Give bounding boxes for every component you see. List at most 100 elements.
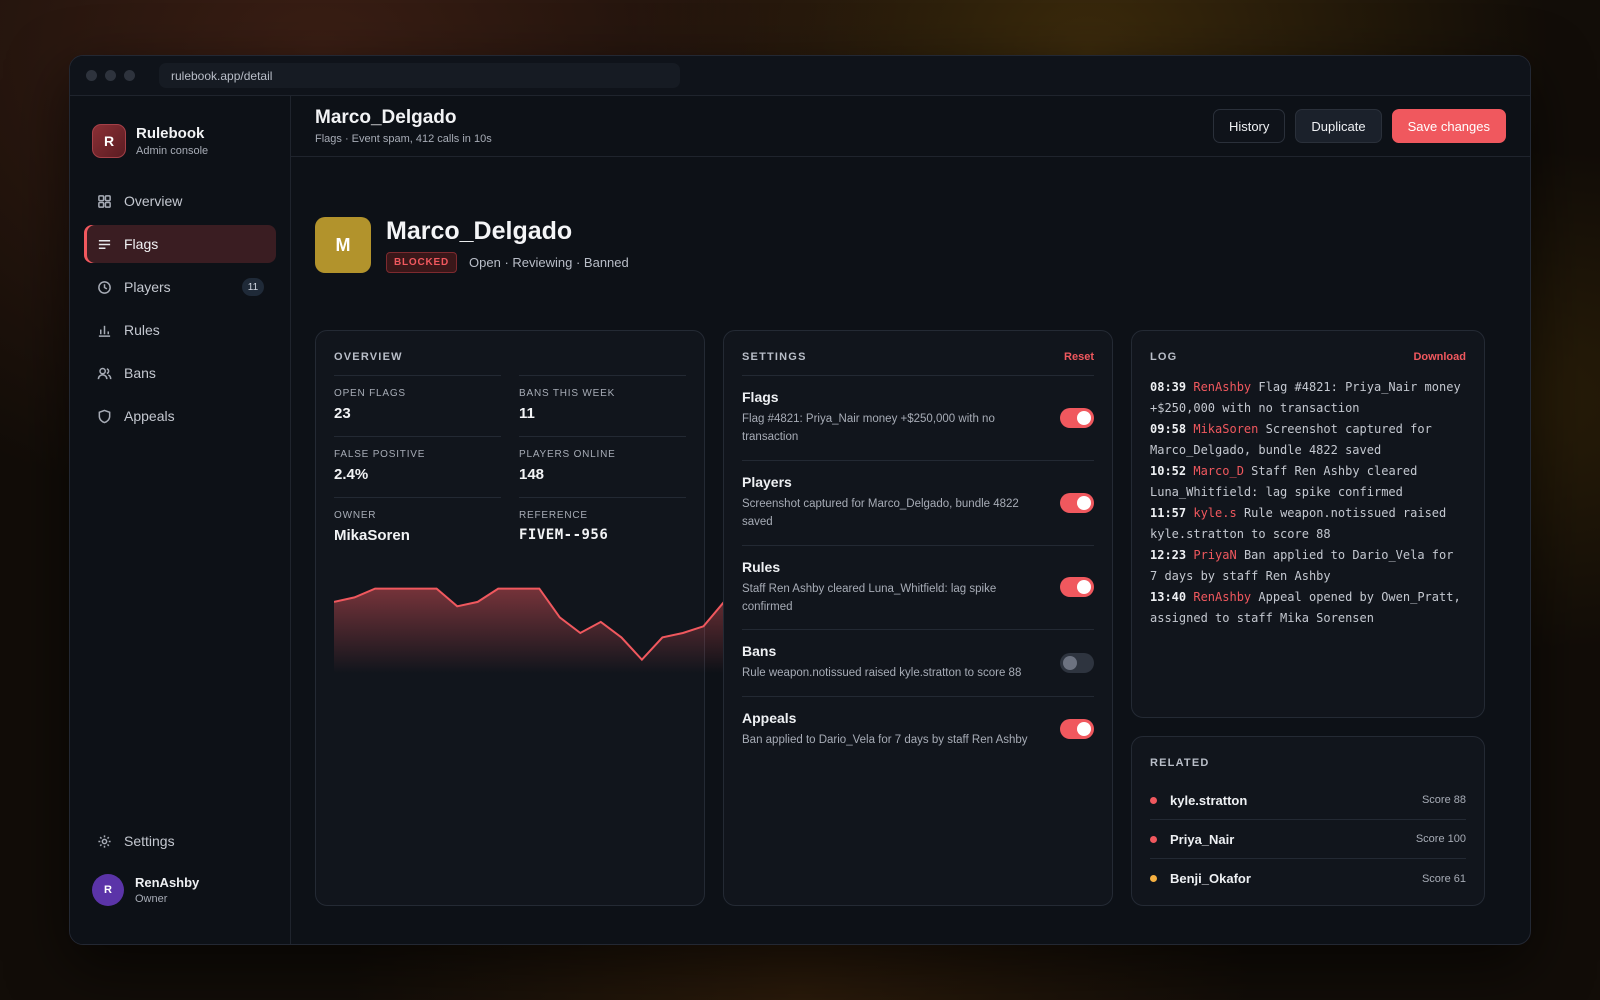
setting-name: Bans — [742, 643, 777, 660]
reset-link[interactable]: Reset — [1064, 351, 1094, 363]
setting-players: Players Screenshot captured for Marco_De… — [742, 459, 1094, 545]
appeals-toggle[interactable] — [1060, 719, 1094, 740]
log-user: kyle.s — [1193, 506, 1237, 520]
avatar: R — [92, 874, 124, 906]
stat-reference: REFERENCE FIVEM--956 — [519, 497, 686, 558]
setting-desc: Ban applied to Dario_Vela for 7 days by … — [742, 733, 1028, 746]
sidebar-item-label: Bans — [124, 365, 156, 381]
sidebar-item-label: Settings — [124, 833, 175, 849]
player-avatar: M — [315, 217, 371, 273]
page-subtitle: Flags · Event spam, 412 calls in 10s — [315, 133, 492, 145]
setting-appeals: Appeals Ban applied to Dario_Vela for 7 … — [742, 695, 1094, 762]
related-name: Priya_Nair — [1170, 831, 1235, 847]
save-button[interactable]: Save changes — [1391, 109, 1506, 143]
users-icon — [96, 365, 112, 381]
sidebar-item-rules[interactable]: Rules — [84, 311, 276, 349]
settings-title: SETTINGS — [742, 351, 807, 363]
log-title: LOG — [1150, 351, 1178, 363]
download-link[interactable]: Download — [1413, 351, 1466, 363]
list-item[interactable]: Benji_Okafor Score 61 — [1150, 859, 1466, 898]
related-score: Score 61 — [1421, 872, 1466, 885]
log-user: RenAshby — [1193, 590, 1252, 604]
sidebar-item-appeals[interactable]: Appeals — [84, 397, 276, 435]
status-dot — [1150, 835, 1157, 843]
minimize-window-dot[interactable] — [105, 70, 116, 81]
setting-bans: Bans Rule weapon.notissued raised kyle.s… — [742, 629, 1094, 695]
log-card: LOG Download 08:39 RenAshby Flag #4821: … — [1131, 330, 1485, 718]
settings-card: SETTINGS Reset Flags Flag #4821: Priya_N… — [723, 330, 1113, 906]
log-entry: 10:52 Marco_D Staff Ren Ashby cleared Lu… — [1150, 461, 1466, 503]
user-profile[interactable]: R RenAshby Owner — [92, 874, 199, 906]
shield-icon — [96, 408, 112, 424]
chart-area-fill — [334, 588, 724, 673]
brand-logo: R — [92, 124, 126, 158]
setting-name: Players — [742, 473, 792, 490]
sidebar-item-players[interactable]: Players 11 — [84, 268, 276, 306]
header-actions: History Duplicate Save changes — [1212, 109, 1506, 143]
setting-flags: Flags Flag #4821: Priya_Nair money +$250… — [742, 375, 1094, 460]
log-entries: 08:39 RenAshby Flag #4821: Priya_Nair mo… — [1132, 363, 1484, 629]
bans-toggle[interactable] — [1060, 653, 1094, 674]
lines-icon — [96, 236, 112, 252]
setting-name: Flags — [742, 389, 779, 405]
settings-list: Flags Flag #4821: Priya_Nair money +$250… — [724, 363, 1112, 762]
page-title: Marco_Delgado — [315, 107, 457, 128]
user-role: Owner — [135, 893, 168, 905]
setting-name: Rules — [742, 558, 781, 575]
main-content: Marco_Delgado Flags · Event spam, 412 ca… — [291, 96, 1530, 944]
log-time: 10:52 — [1150, 464, 1187, 478]
log-user: RenAshby — [1193, 380, 1252, 394]
activity-area-chart — [334, 587, 724, 673]
stat-owner: OWNER MikaSoren — [334, 497, 501, 558]
overview-title: OVERVIEW — [334, 351, 403, 363]
status-dot — [1150, 796, 1157, 804]
player-name: Marco_Delgado — [386, 217, 573, 245]
url-bar[interactable]: rulebook.app/detail — [159, 63, 680, 88]
sidebar-item-label: Appeals — [124, 408, 175, 424]
player-hero: M Marco_Delgado BLOCKED Open · Reviewing… — [315, 217, 629, 273]
log-time: 12:23 — [1150, 548, 1187, 562]
related-score: Score 100 — [1415, 833, 1466, 845]
log-entry: 12:23 PriyaN Ban applied to Dario_Vela f… — [1150, 545, 1466, 587]
flags-toggle[interactable] — [1060, 407, 1094, 428]
related-title: RELATED — [1150, 757, 1210, 769]
sidebar-item-overview[interactable]: Overview — [84, 182, 276, 220]
sidebar-item-label: Overview — [124, 193, 183, 209]
gear-icon — [96, 833, 112, 849]
stat-label: OWNER — [334, 510, 377, 521]
log-time: 08:39 — [1150, 380, 1187, 394]
close-window-dot[interactable] — [86, 70, 97, 81]
stat-false-positive: FALSE POSITIVE 2.4% — [334, 436, 501, 497]
setting-desc: Screenshot captured for Marco_Delgado, b… — [742, 497, 1019, 529]
app-window: rulebook.app/detail R Rulebook Admin con… — [69, 55, 1531, 945]
sidebar-item-flags[interactable]: Flags — [84, 225, 276, 263]
brand-name: Rulebook — [136, 125, 205, 142]
stat-players-online: PLAYERS ONLINE 148 — [519, 436, 686, 497]
stat-open-flags: OPEN FLAGS 23 — [334, 375, 501, 436]
rules-toggle[interactable] — [1060, 577, 1094, 598]
user-name: RenAshby — [135, 875, 200, 890]
sidebar-item-label: Flags — [124, 236, 159, 252]
bar-chart-icon — [96, 322, 112, 338]
sidebar-nav: Overview Flags Players 11 Rules Bans App… — [70, 182, 290, 435]
history-button[interactable]: History — [1212, 109, 1286, 143]
sidebar-item-settings[interactable]: Settings — [84, 822, 276, 860]
clock-icon — [96, 279, 112, 295]
stat-bans-this-week: BANS THIS WEEK 11 — [519, 375, 686, 436]
maximize-window-dot[interactable] — [124, 70, 135, 81]
stat-label: OPEN FLAGS — [334, 388, 406, 399]
list-item[interactable]: kyle.stratton Score 88 — [1150, 781, 1466, 820]
duplicate-button[interactable]: Duplicate — [1295, 109, 1382, 143]
related-score: Score 88 — [1421, 794, 1466, 806]
players-toggle[interactable] — [1060, 492, 1094, 513]
stat-label: PLAYERS ONLINE — [519, 449, 616, 460]
related-name: Benji_Okafor — [1170, 871, 1251, 886]
log-user: MikaSoren — [1193, 422, 1259, 436]
list-item[interactable]: Priya_Nair Score 100 — [1150, 820, 1466, 859]
log-time: 13:40 — [1150, 590, 1187, 604]
log-time: 11:57 — [1150, 506, 1187, 520]
stat-value: 2.4% — [334, 466, 369, 483]
related-card: RELATED kyle.stratton Score 88 Priya_Nai — [1131, 736, 1485, 906]
sidebar-item-bans[interactable]: Bans — [84, 354, 276, 392]
log-entry: 09:58 MikaSoren Screenshot captured for … — [1150, 419, 1466, 461]
